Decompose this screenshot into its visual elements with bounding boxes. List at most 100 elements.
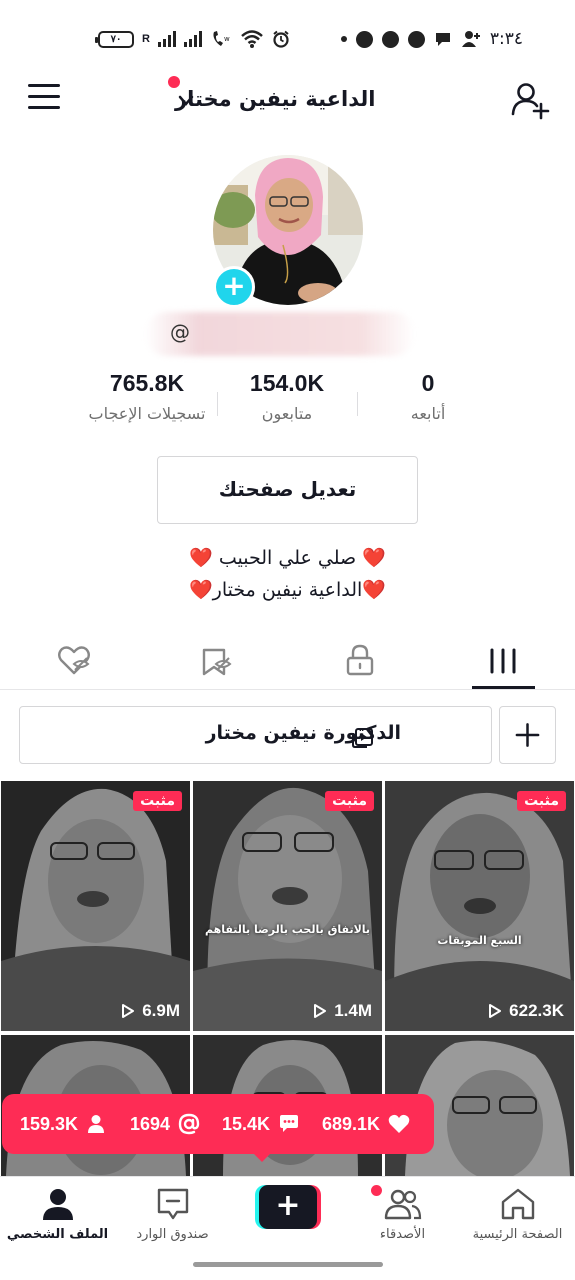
- page-title: الداعية نيفين مختار: [175, 87, 376, 111]
- svg-text:w: w: [224, 35, 230, 43]
- profile-stats-popup[interactable]: 689.1K 15.4K 1694 159.3K: [2, 1094, 434, 1154]
- view-count-value: 6.9M: [142, 1001, 180, 1020]
- messenger-icon-2: [381, 30, 399, 48]
- alarm-icon: [273, 30, 289, 48]
- tab-videos-grid-icon[interactable]: [483, 640, 523, 680]
- nav-inbox-label: صندوق الوارد: [136, 1227, 209, 1242]
- heart-icon: [388, 1114, 410, 1133]
- view-count: 6.9M: [120, 1001, 180, 1021]
- messenger-icon-3: [407, 30, 425, 48]
- popup-comments-value: 15.4K: [222, 1113, 271, 1134]
- likes-stat[interactable]: 765.8K تسجيلات الإعجاب: [72, 370, 222, 423]
- network-type: R: [142, 33, 150, 45]
- profile-header: الداعية نيفين مختار: [0, 70, 575, 130]
- tab-private-lock-icon[interactable]: [340, 640, 380, 680]
- following-label: أتابعه: [410, 404, 446, 423]
- battery-icon: ٧٠: [95, 30, 134, 48]
- video-thumbnail[interactable]: مثبت بالاتفاق بالحب بالرضا بالتفاهم 1.4M: [193, 781, 382, 1031]
- popup-likes-value: 689.1K: [322, 1113, 381, 1134]
- popup-profile-views-value: 159.3K: [20, 1113, 79, 1134]
- signal-icon-2: [183, 31, 202, 47]
- play-icon: [314, 1004, 327, 1018]
- chat-bubble-icon: [435, 33, 450, 46]
- video-thumbnail[interactable]: مثبت السبع الموبقات 622.3K: [385, 781, 574, 1031]
- bio-line: ❤️الداعية نيفين مختار❤️: [189, 579, 386, 601]
- menu-line: [28, 106, 60, 109]
- view-count-value: 1.4M: [334, 1001, 372, 1020]
- status-right-group: ٣:٣٤: [340, 28, 523, 50]
- person-icon: [88, 1115, 105, 1133]
- messenger-icon: [355, 30, 373, 48]
- pinned-badge: مثبت: [133, 791, 182, 811]
- clock: ٣:٣٤: [489, 29, 523, 49]
- add-friend-icon[interactable]: [510, 80, 550, 120]
- nav-profile-label: الملف الشخصي: [6, 1227, 109, 1242]
- pinned-badge: مثبت: [517, 791, 566, 811]
- popup-mentions-value: 1694: [130, 1113, 171, 1134]
- followers-stat[interactable]: 154.0K متابعون: [212, 370, 362, 423]
- view-count: 1.4M: [312, 1001, 372, 1021]
- video-thumbnail[interactable]: مثبت 6.9M: [1, 781, 190, 1031]
- status-left-group: ٧٠ R w: [95, 28, 290, 50]
- following-count: 0: [421, 370, 435, 396]
- account-switcher[interactable]: الداعية نيفين مختار: [175, 84, 400, 114]
- collection-icon: [352, 728, 373, 748]
- popup-likes: 689.1K: [322, 1112, 410, 1136]
- followers-count: 154.0K: [249, 370, 325, 396]
- nav-inbox[interactable]: صندوق الوارد: [115, 1187, 230, 1242]
- collection-card[interactable]: الدكتورة نيفين مختار: [19, 706, 492, 764]
- nav-friends-label: الأصدقاء: [379, 1227, 426, 1242]
- play-icon: [122, 1004, 135, 1018]
- video-caption: بالاتفاق بالحب بالرضا بالتفاهم: [204, 923, 371, 936]
- username: @: [170, 320, 190, 344]
- wifi-call-icon: w: [213, 31, 230, 46]
- edit-profile-button[interactable]: تعديل صفحتك: [157, 456, 418, 524]
- video-image: [193, 781, 382, 1031]
- likes-count: 765.8K: [109, 370, 185, 396]
- nav-profile[interactable]: الملف الشخصي: [0, 1187, 115, 1242]
- create-video-button[interactable]: +: [255, 1185, 321, 1229]
- nav-home-label: الصفحة الرئيسية: [472, 1227, 563, 1242]
- bio-line: ❤️ صلي علي الحبيب ❤️: [189, 547, 386, 569]
- status-bar: ٧٠ R w ٣:٣٤: [0, 0, 575, 70]
- tab-saved-hidden-icon[interactable]: [196, 640, 236, 680]
- pinned-badge: مثبت: [325, 791, 374, 811]
- video-image: [1, 781, 190, 1031]
- menu-line: [28, 95, 60, 98]
- nav-friends[interactable]: الأصدقاء: [345, 1187, 460, 1242]
- menu-button[interactable]: [28, 84, 62, 114]
- video-image: [385, 781, 574, 1031]
- view-count-value: 622.3K: [509, 1001, 564, 1020]
- followers-label: متابعون: [261, 404, 313, 423]
- inbox-icon: [157, 1188, 188, 1220]
- following-stat[interactable]: 0 أتابعه: [353, 370, 503, 423]
- popup-profile-views: 159.3K: [20, 1112, 106, 1136]
- notification-dot: [340, 36, 347, 42]
- popup-pointer: [252, 1152, 272, 1162]
- person-add-status-icon: [461, 31, 480, 47]
- popup-comments: 15.4K: [222, 1112, 300, 1136]
- profile-icon: [42, 1189, 73, 1220]
- nav-home[interactable]: الصفحة الرئيسية: [460, 1187, 575, 1242]
- home-indicator-bar[interactable]: [193, 1262, 383, 1267]
- profile-tabs: [0, 630, 575, 690]
- active-tab-indicator: [472, 686, 535, 689]
- friends-notification-dot: [371, 1185, 382, 1196]
- plus-icon: +: [259, 1185, 317, 1229]
- add-story-button[interactable]: +: [213, 266, 255, 308]
- video-caption: السبع الموبقات: [437, 934, 522, 947]
- likes-label: تسجيلات الإعجاب: [88, 404, 206, 423]
- menu-line: [28, 84, 60, 87]
- wifi-icon: [241, 30, 263, 48]
- popup-mentions: 1694: [130, 1112, 200, 1136]
- play-icon: [489, 1004, 502, 1018]
- mention-icon: [178, 1113, 200, 1135]
- add-collection-button[interactable]: [499, 706, 556, 764]
- friends-icon: [384, 1189, 421, 1220]
- battery-level: ٧٠: [110, 33, 122, 45]
- signal-icon: [157, 31, 176, 47]
- view-count: 622.3K: [487, 1001, 564, 1021]
- comment-icon: [280, 1115, 299, 1132]
- tab-liked-hidden-icon[interactable]: [54, 640, 94, 680]
- home-icon: [501, 1188, 534, 1220]
